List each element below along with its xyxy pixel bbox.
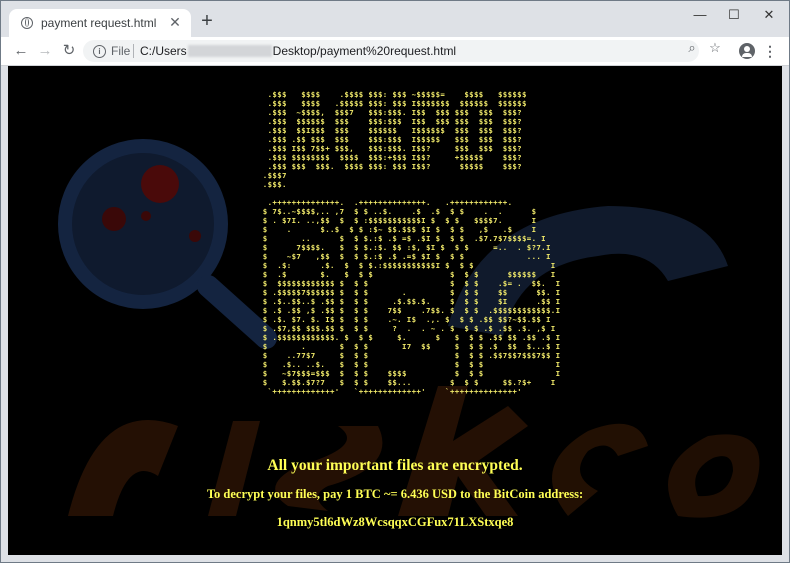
close-tab-icon[interactable]: ✕ xyxy=(167,14,183,30)
url-suffix: Desktop/payment%20request.html xyxy=(272,44,457,58)
blob-medium xyxy=(102,207,126,231)
tab-strip: payment request.html ✕ + — ☐ ✕ xyxy=(1,1,789,37)
maximize-button[interactable]: ☐ xyxy=(723,7,745,23)
browser-window: payment request.html ✕ + — ☐ ✕ ← → ↻ i F… xyxy=(0,0,790,563)
address-bar[interactable]: i File C:/Users Desktop/payment%20request… xyxy=(83,40,699,62)
close-window-button[interactable]: ✕ xyxy=(758,7,780,23)
profile-icon[interactable] xyxy=(739,43,755,59)
redacted-username xyxy=(187,45,272,57)
tab-title: payment request.html xyxy=(41,16,157,30)
tab-payment-request[interactable]: payment request.html ✕ xyxy=(9,9,191,37)
info-icon[interactable]: i xyxy=(93,45,106,58)
blob-small-1 xyxy=(141,211,151,221)
url-scheme-label: File xyxy=(111,44,131,58)
page-content: .$$$ $$$$ .$$$$ $$$: $$$ ~$$$$$= $$$$ $$… xyxy=(8,66,782,555)
watermark-letter-o xyxy=(668,434,760,518)
bookmark-star-icon[interactable]: ☆ xyxy=(707,40,723,56)
ransom-instruction: To decrypt your files, pay 1 BTC ~= 6.43… xyxy=(206,487,584,501)
back-button[interactable]: ← xyxy=(11,41,31,61)
blob-large xyxy=(141,165,179,203)
zoom-icon[interactable]: ⌕ xyxy=(684,40,700,56)
menu-icon[interactable]: ⋮ xyxy=(763,42,777,60)
blob-small-2 xyxy=(189,230,201,242)
new-tab-button[interactable]: + xyxy=(198,11,216,31)
ransom-ascii-art: .$$$ $$$$ .$$$$ $$$: $$$ ~$$$$$= $$$$ $$… xyxy=(262,90,561,396)
reload-button[interactable]: ↻ xyxy=(59,41,79,61)
bitcoin-address[interactable]: 1qnmy5tl6dWz8WcsqqxCGFux71LXStxqe8 xyxy=(8,515,782,530)
url-prefix: C:/Users xyxy=(140,44,187,58)
forward-button[interactable]: → xyxy=(35,41,55,61)
url-text[interactable]: C:/Users Desktop/payment%20request.html xyxy=(140,44,456,58)
globe-icon xyxy=(21,17,33,29)
ransom-headline: All your important files are encrypted. xyxy=(267,457,523,474)
browser-toolbar: ← → ↻ i File C:/Users Desktop/payment%20r… xyxy=(1,37,789,66)
url-divider xyxy=(133,44,134,58)
minimize-button[interactable]: — xyxy=(689,7,711,23)
